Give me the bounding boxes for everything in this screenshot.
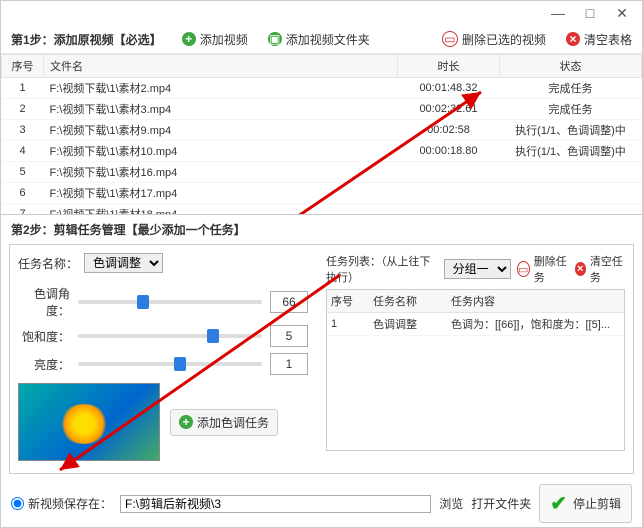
col-index[interactable]: 序号 [2, 55, 44, 78]
video-table: 序号 文件名 时长 状态 1F:\视频下载\1\素材2.mp400:01:48.… [1, 54, 642, 215]
check-icon: ✔ [550, 491, 567, 516]
brightness-slider[interactable] [78, 362, 262, 366]
task-list-table: 序号 任务名称 任务内容 1色调调整色调为：[[66]]，饱和度为：[[5]..… [327, 290, 624, 336]
hue-slider[interactable] [78, 300, 262, 304]
col-status[interactable]: 状态 [500, 55, 642, 78]
col-duration[interactable]: 时长 [398, 55, 500, 78]
browse-button[interactable]: 浏览 [439, 495, 463, 512]
table-row[interactable]: 1F:\视频下载\1\素材2.mp400:01:48.32完成任务 [2, 78, 642, 99]
clear-table-button[interactable]: ×清空表格 [566, 31, 632, 48]
task-list-panel: 任务列表：（从上往下执行） 分组一 ▭删除任务 ×清空任务 序号 任务名称 任务… [326, 253, 625, 451]
table-row[interactable]: 7F:\视频下载\1\素材18.mp4 [2, 204, 642, 216]
step1-toolbar: 第1步：添加原视频【必选】 +添加视频 ▣添加视频文件夹 ▭删除已选的视频 ×清… [1, 25, 642, 54]
x-icon: × [575, 262, 586, 276]
folder-plus-icon: ▣ [268, 32, 282, 46]
plus-icon: + [179, 415, 193, 429]
sliders-panel: 色调角度： 66 饱和度： 5 亮度： 1 +添加色调任务 [18, 279, 308, 461]
col-filename[interactable]: 文件名 [44, 55, 398, 78]
minimize-button[interactable]: — [542, 3, 574, 23]
task-name-label: 任务名称： [18, 255, 78, 272]
add-video-button[interactable]: +添加视频 [182, 31, 248, 48]
add-color-task-button[interactable]: +添加色调任务 [170, 409, 278, 436]
open-folder-button[interactable]: 打开文件夹 [471, 495, 531, 512]
minus-icon: ▭ [442, 31, 458, 47]
brightness-label: 亮度： [18, 356, 70, 373]
task-col-name[interactable]: 任务名称 [369, 290, 447, 313]
table-row[interactable]: 6F:\视频下载\1\素材17.mp4 [2, 183, 642, 204]
table-row[interactable]: 4F:\视频下载\1\素材10.mp400:00:18.80执行(1/1、色调调… [2, 141, 642, 162]
step2-panel: 任务名称： 色调调整 色调角度： 66 饱和度： 5 亮度： 1 +添加色调任务 [9, 244, 634, 474]
step1-title: 第1步：添加原视频【必选】 [11, 31, 162, 48]
stop-button[interactable]: ✔停止剪辑 [539, 484, 632, 523]
save-new-radio[interactable]: 新视频保存在： [11, 495, 112, 512]
close-button[interactable]: ✕ [606, 3, 638, 23]
maximize-button[interactable]: □ [574, 3, 606, 23]
video-table-wrap[interactable]: 序号 文件名 时长 状态 1F:\视频下载\1\素材2.mp400:01:48.… [1, 54, 642, 215]
task-col-index[interactable]: 序号 [327, 290, 369, 313]
task-name-select[interactable]: 色调调整 [84, 253, 163, 273]
preview-image [18, 383, 160, 461]
step2-title: 第2步：剪辑任务管理【最少添加一个任务】 [1, 215, 642, 244]
task-list-label: 任务列表：（从上往下执行） [326, 253, 438, 285]
hue-label: 色调角度： [18, 285, 70, 319]
table-row[interactable]: 3F:\视频下载\1\素材9.mp400:02:58执行(1/1、色调调整)中 [2, 120, 642, 141]
title-bar: — □ ✕ [1, 1, 642, 25]
table-row[interactable]: 2F:\视频下载\1\素材3.mp400:02:32.61完成任务 [2, 99, 642, 120]
delete-task-button[interactable]: ▭删除任务 [517, 253, 569, 285]
clear-task-button[interactable]: ×清空任务 [575, 253, 625, 285]
task-group-select[interactable]: 分组一 [444, 259, 511, 279]
saturation-slider[interactable] [78, 334, 262, 338]
hue-value[interactable]: 66 [270, 291, 308, 313]
minus-icon: ▭ [517, 261, 530, 277]
saturation-label: 饱和度： [18, 328, 70, 345]
add-folder-button[interactable]: ▣添加视频文件夹 [268, 31, 370, 48]
table-row[interactable]: 5F:\视频下载\1\素材16.mp4 [2, 162, 642, 183]
x-icon: × [566, 32, 580, 46]
task-row[interactable]: 1色调调整色调为：[[66]]，饱和度为：[[5]... [327, 313, 624, 336]
task-list-table-wrap[interactable]: 序号 任务名称 任务内容 1色调调整色调为：[[66]]，饱和度为：[[5]..… [326, 289, 625, 451]
save-path-input[interactable] [120, 495, 431, 513]
brightness-value[interactable]: 1 [270, 353, 308, 375]
task-col-content[interactable]: 任务内容 [447, 290, 624, 313]
delete-selected-button[interactable]: ▭删除已选的视频 [442, 31, 546, 48]
plus-icon: + [182, 32, 196, 46]
save-row: 新视频保存在： 浏览 打开文件夹 ✔停止剪辑 [1, 478, 642, 528]
saturation-value[interactable]: 5 [270, 325, 308, 347]
